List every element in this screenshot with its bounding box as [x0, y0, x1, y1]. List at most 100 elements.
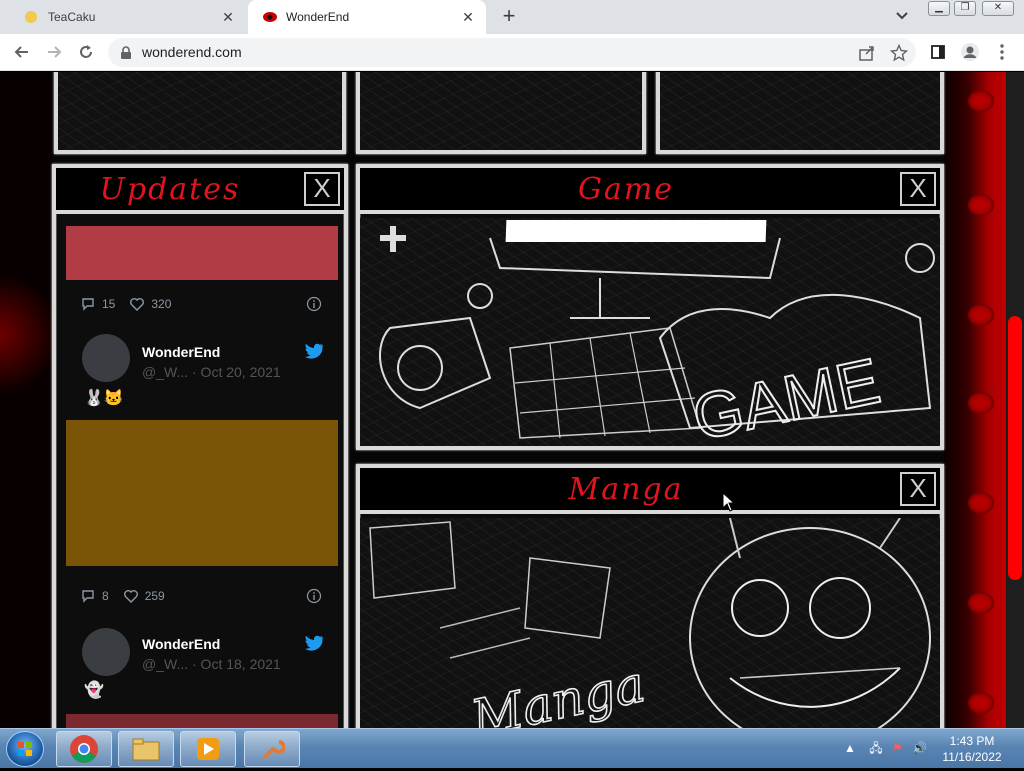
tweet-handle-date[interactable]: @_W... · Oct 20, 2021	[142, 364, 281, 380]
reply-icon[interactable]	[80, 588, 96, 604]
tweet-author-name[interactable]: WonderEnd	[142, 344, 220, 360]
network-icon[interactable]: 🖧	[869, 741, 882, 755]
menu-kebab-icon[interactable]	[990, 40, 1014, 64]
forward-arrow-icon[interactable]	[42, 40, 66, 64]
manga-sketch-art[interactable]: Manga	[360, 518, 940, 728]
avatar[interactable]	[82, 334, 130, 382]
bookmark-star-icon[interactable]	[889, 43, 909, 62]
minimize-button[interactable]: ▁	[928, 1, 950, 16]
manga-title: Manga	[568, 472, 684, 507]
game-panel-header: Game X	[360, 168, 940, 214]
wrench-icon	[262, 740, 285, 760]
rose-decoration-icon	[968, 692, 994, 714]
scrollbar-thumb[interactable]	[1008, 316, 1022, 580]
updates-close-button[interactable]: X	[304, 172, 340, 206]
game-panel[interactable]: Game X GAME	[356, 164, 944, 450]
explorer-taskbar-button[interactable]	[118, 731, 174, 767]
tweet-media-image[interactable]	[66, 714, 338, 728]
tool-taskbar-button[interactable]	[244, 731, 300, 767]
tweet-date[interactable]: · Oct 18, 2021	[192, 656, 281, 672]
tab-strip: TeaCaku ✕ WonderEnd ✕ + ▁ ❐ ✕	[0, 0, 1024, 34]
like-count: 320	[151, 297, 172, 311]
chrome-taskbar-button[interactable]	[56, 731, 112, 767]
top-right-panel[interactable]	[656, 72, 944, 154]
back-arrow-icon[interactable]	[10, 40, 34, 64]
manga-art-text: Manga	[466, 655, 650, 728]
lock-icon[interactable]	[120, 46, 132, 65]
mouse-cursor-icon	[722, 492, 736, 512]
tab-search-chevron-icon[interactable]	[895, 8, 915, 26]
manga-doodle-svg: Manga	[369, 518, 931, 728]
top-middle-panel[interactable]	[356, 72, 646, 154]
folder-icon	[132, 738, 160, 761]
rose-decoration-icon	[968, 304, 994, 326]
tweet-actions: 8 259	[80, 588, 165, 604]
close-tab-icon[interactable]: ✕	[460, 9, 476, 25]
manga-close-button[interactable]: X	[900, 472, 936, 506]
info-icon[interactable]	[306, 296, 322, 312]
profile-avatar-icon[interactable]	[958, 40, 982, 64]
volume-icon[interactable]: 🔊	[912, 741, 927, 755]
like-heart-icon[interactable]	[123, 588, 139, 604]
game-doodle-svg: GAME	[379, 226, 935, 446]
browser-toolbar: wonderend.com	[0, 34, 1024, 71]
address-bar[interactable]: wonderend.com	[108, 38, 916, 67]
game-close-button[interactable]: X	[900, 172, 936, 206]
tweet-handle-date[interactable]: @_W... · Oct 18, 2021	[142, 656, 281, 672]
sketch-art-bats	[360, 72, 642, 150]
share-icon[interactable]	[858, 44, 876, 62]
page-scrollbar[interactable]	[1006, 72, 1024, 728]
windows-logo-icon	[18, 742, 32, 756]
tweet-date[interactable]: · Oct 20, 2021	[192, 364, 281, 380]
tweet-author-name[interactable]: WonderEnd	[142, 636, 220, 652]
close-tab-icon[interactable]: ✕	[220, 9, 236, 25]
tweet-media-image[interactable]	[66, 420, 338, 566]
page-content: Updates X 15 320 WonderEnd @_W... · Oct …	[0, 72, 1024, 728]
tweet-actions: 15 320	[80, 296, 171, 312]
clock-date: 11/16/2022	[942, 750, 1002, 764]
updates-panel-header: Updates X	[56, 168, 344, 214]
game-sketch-art[interactable]: GAME	[360, 218, 940, 446]
chrome-icon	[70, 735, 98, 763]
show-hidden-icons-icon[interactable]: ▲	[844, 741, 856, 755]
rose-decoration-icon	[968, 492, 994, 514]
reply-icon[interactable]	[80, 296, 96, 312]
rose-decoration-icon	[968, 592, 994, 614]
right-decorative-border	[944, 72, 1006, 728]
rose-decoration-icon	[968, 392, 994, 414]
tweet-handle[interactable]: @_W...	[142, 656, 188, 672]
rose-decoration-icon	[968, 194, 994, 216]
wonderend-favicon-icon	[262, 10, 277, 24]
tab-wonderend[interactable]: WonderEnd ✕	[248, 0, 486, 34]
game-art-text: GAME	[687, 344, 886, 446]
manga-panel[interactable]: Manga X Manga	[356, 464, 944, 728]
start-button[interactable]	[6, 731, 44, 767]
twitter-bird-icon[interactable]	[304, 634, 324, 652]
teacaku-favicon-icon	[24, 10, 38, 24]
updates-title: Updates	[99, 172, 241, 207]
twitter-bird-icon[interactable]	[304, 342, 324, 360]
tweet-media-image[interactable]	[66, 226, 338, 280]
game-title: Game	[577, 172, 675, 207]
avatar[interactable]	[82, 628, 130, 676]
new-tab-button[interactable]: +	[498, 5, 520, 28]
like-heart-icon[interactable]	[129, 296, 145, 312]
action-center-flag-icon[interactable]: ⚑	[892, 741, 903, 755]
top-left-panel[interactable]	[54, 72, 346, 154]
tweet-handle[interactable]: @_W...	[142, 364, 188, 380]
sketch-art-paper	[660, 72, 940, 150]
clock-time: 1:43 PM	[949, 734, 995, 748]
media-player-taskbar-button[interactable]	[180, 731, 236, 767]
reply-count: 15	[102, 297, 116, 311]
info-icon[interactable]	[306, 588, 322, 604]
close-window-button[interactable]: ✕	[982, 1, 1014, 16]
windows-taskbar: ▲ 🖧 ⚑ 🔊 1:43 PM 11/16/2022	[0, 728, 1024, 768]
reply-count: 8	[102, 589, 109, 603]
reload-icon[interactable]	[74, 40, 98, 64]
url-text[interactable]: wonderend.com	[142, 44, 242, 60]
sketch-art-book	[58, 72, 342, 150]
restore-button[interactable]: ❐	[954, 1, 976, 16]
tab-teacaku[interactable]: TeaCaku ✕	[10, 0, 246, 34]
side-panel-icon[interactable]	[926, 40, 950, 64]
system-clock[interactable]: 1:43 PM 11/16/2022	[932, 733, 1012, 765]
